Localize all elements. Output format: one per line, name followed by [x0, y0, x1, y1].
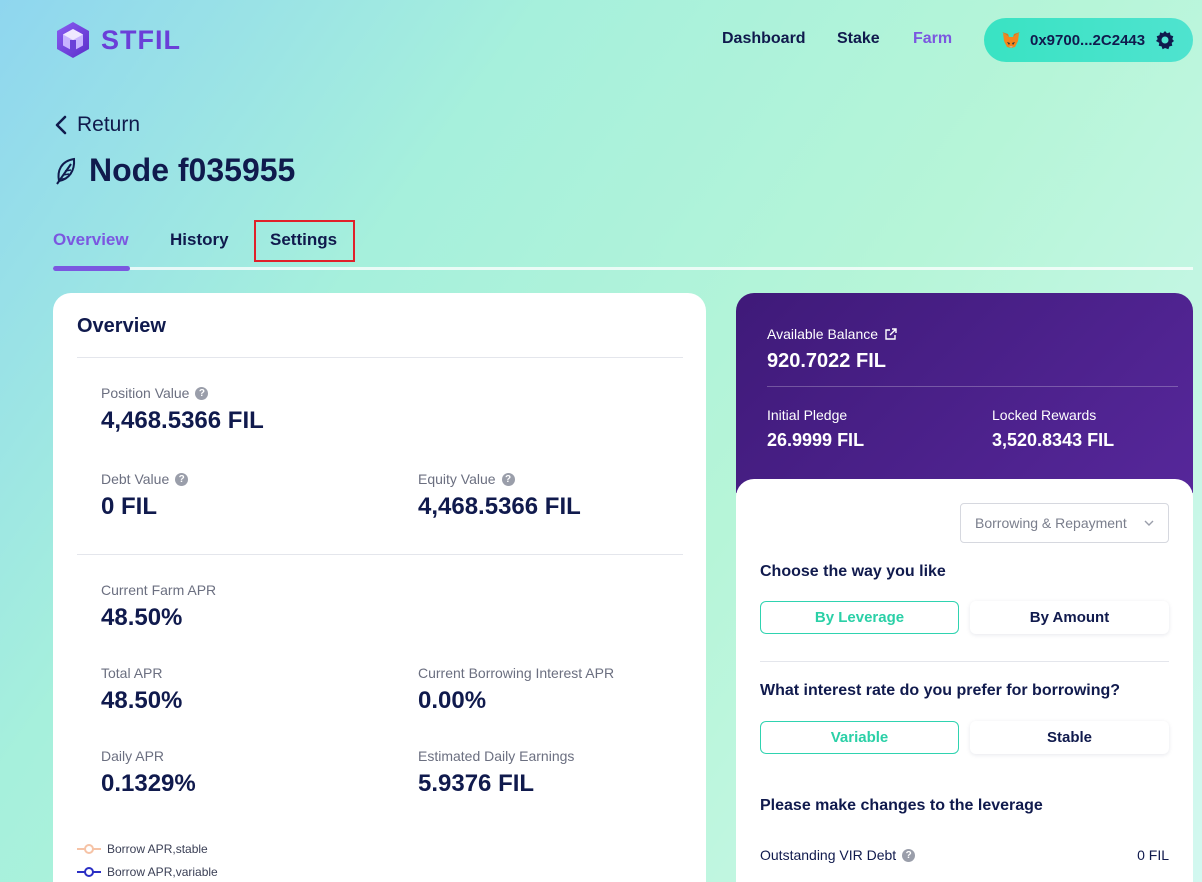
outstanding-debt-label: Outstanding VIR Debt	[760, 847, 897, 863]
estimated-daily-label: Estimated Daily Earnings	[418, 748, 575, 764]
interest-rate-heading: What interest rate do you prefer for bor…	[760, 682, 1121, 699]
equity-value: 4,468.5366 FIL	[418, 493, 581, 520]
tab-settings[interactable]: Settings	[270, 230, 337, 250]
overview-card: Overview Position Value? 4,468.5366 FIL …	[53, 293, 706, 882]
chevron-down-icon	[1144, 520, 1154, 526]
borrowing-apr-stat: Current Borrowing Interest APR 0.00%	[418, 665, 614, 715]
divider	[77, 357, 683, 358]
position-value-label: Position Value	[101, 385, 190, 401]
outstanding-debt-value: 0 FIL	[1137, 847, 1169, 863]
page-title: Node f035955	[55, 152, 295, 189]
nav-dashboard[interactable]: Dashboard	[722, 30, 806, 48]
debt-value-stat: Debt Value? 0 FIL	[101, 471, 189, 521]
divider	[760, 661, 1169, 662]
leverage-form: Borrowing & Repayment Choose the way you…	[736, 479, 1193, 882]
by-leverage-button[interactable]: By Leverage	[760, 601, 959, 634]
nav-stake[interactable]: Stake	[837, 30, 880, 48]
legend-variable: Borrow APR,variable	[77, 865, 218, 879]
daily-apr-label: Daily APR	[101, 748, 165, 764]
divider	[77, 554, 683, 555]
legend-stable-marker-icon	[77, 844, 101, 854]
debt-value-label: Debt Value	[101, 471, 170, 487]
active-tab-indicator	[53, 266, 130, 271]
gear-icon[interactable]	[1155, 30, 1175, 50]
legend-stable: Borrow APR,stable	[77, 842, 208, 856]
external-link-icon[interactable]	[884, 327, 897, 341]
position-value: 4,468.5366 FIL	[101, 407, 264, 434]
variable-button[interactable]: Variable	[760, 721, 959, 754]
current-farm-apr: 48.50%	[101, 604, 183, 631]
help-icon[interactable]: ?	[175, 472, 189, 486]
daily-apr-stat: Daily APR 0.1329%	[101, 748, 196, 798]
by-amount-button[interactable]: By Amount	[970, 601, 1169, 634]
total-apr-label: Total APR	[101, 665, 163, 681]
initial-pledge-value: 26.9999 FIL	[767, 430, 865, 450]
balance-panel: Available Balance 920.7022 FIL Initial P…	[736, 293, 1193, 493]
tab-history[interactable]: History	[170, 230, 229, 250]
equity-value-label: Equity Value	[418, 471, 496, 487]
estimated-daily-stat: Estimated Daily Earnings 5.9376 FIL	[418, 748, 574, 798]
position-value-stat: Position Value? 4,468.5366 FIL	[101, 385, 264, 435]
initial-pledge-label: Initial Pledge	[767, 407, 848, 423]
return-label: Return	[77, 113, 141, 136]
mode-select[interactable]: Borrowing & Repayment	[960, 503, 1169, 543]
available-balance-label: Available Balance	[767, 326, 879, 342]
stfil-logo-icon	[57, 22, 89, 58]
total-apr: 48.50%	[101, 687, 183, 714]
help-icon[interactable]: ?	[501, 472, 515, 486]
legend-variable-label: Borrow APR,variable	[107, 865, 218, 879]
stfil-logo[interactable]: STFIL	[55, 21, 181, 59]
leaf-icon	[56, 157, 76, 185]
current-farm-apr-label: Current Farm APR	[101, 582, 217, 598]
mode-select-value: Borrowing & Repayment	[975, 515, 1127, 531]
locked-rewards-label: Locked Rewards	[992, 407, 1097, 423]
equity-value-stat: Equity Value? 4,468.5366 FIL	[418, 471, 581, 521]
wallet-button[interactable]: 0x9700...2C2443	[984, 18, 1193, 62]
brand-name: STFIL	[101, 24, 181, 55]
leverage-prompt: Please make changes to the leverage	[760, 797, 1043, 814]
daily-apr: 0.1329%	[101, 770, 196, 797]
choose-way-heading: Choose the way you like	[760, 563, 946, 580]
total-apr-stat: Total APR 48.50%	[101, 665, 182, 715]
metamask-fox-icon	[1002, 32, 1020, 48]
legend-variable-marker-icon	[77, 867, 101, 877]
divider	[767, 386, 1178, 387]
current-farm-apr-stat: Current Farm APR 48.50%	[101, 582, 216, 632]
chevron-left-icon	[55, 115, 67, 135]
borrowing-apr-label: Current Borrowing Interest APR	[418, 665, 615, 681]
help-icon[interactable]: ?	[902, 848, 916, 862]
debt-value: 0 FIL	[101, 493, 158, 520]
borrowing-apr: 0.00%	[418, 687, 487, 714]
overview-card-title: Overview	[77, 315, 166, 337]
tab-bar: Overview History Settings	[53, 220, 1193, 272]
wallet-address: 0x9700...2C2443	[1030, 31, 1146, 49]
tab-underline	[53, 267, 1193, 270]
node-title: Node f035955	[89, 152, 296, 188]
help-icon[interactable]: ?	[195, 386, 209, 400]
stable-button[interactable]: Stable	[970, 721, 1169, 754]
return-link[interactable]: Return	[55, 113, 140, 137]
available-balance-value: 920.7022 FIL	[767, 350, 886, 372]
locked-rewards-value: 3,520.8343 FIL	[992, 430, 1115, 450]
outstanding-debt-label-row: Outstanding VIR Debt ?	[760, 847, 916, 863]
nav-farm[interactable]: Farm	[913, 30, 952, 48]
estimated-daily: 5.9376 FIL	[418, 770, 535, 797]
legend-stable-label: Borrow APR,stable	[107, 842, 208, 856]
available-balance-label-row: Available Balance	[767, 326, 897, 342]
tab-overview[interactable]: Overview	[53, 230, 129, 250]
